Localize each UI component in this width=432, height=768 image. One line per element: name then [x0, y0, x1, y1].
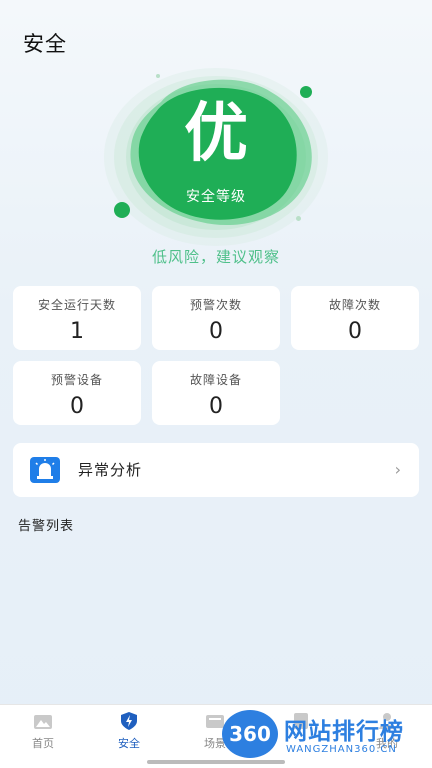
stat-card-fault-count[interactable]: 故障次数 0: [291, 286, 419, 350]
chevron-right-icon: ›: [394, 460, 401, 479]
stat-value: 1: [70, 319, 84, 344]
decor-dot: [156, 74, 160, 78]
tab-safety[interactable]: 安全: [86, 705, 172, 768]
alarm-list-title: 告警列表: [18, 519, 75, 534]
tab-home[interactable]: 首页: [0, 705, 86, 768]
stat-card-warning-devices[interactable]: 预警设备 0: [13, 361, 141, 425]
safety-grade-badge: 优 安全等级: [96, 62, 336, 252]
stat-label: 预警次数: [189, 298, 242, 312]
watermark-title: 网站排行榜: [284, 719, 404, 745]
watermark-360-badge: 360: [222, 710, 278, 758]
stat-value: 0: [70, 394, 84, 419]
page-title: 安全: [23, 32, 67, 56]
decor-dot: [300, 86, 312, 98]
stat-value: 0: [348, 319, 362, 344]
stat-label: 故障次数: [328, 298, 381, 312]
decor-dot: [114, 202, 130, 218]
alarm-light-icon: [30, 457, 60, 483]
stat-label: 安全运行天数: [37, 298, 116, 312]
anomaly-analysis-title: 异常分析: [78, 461, 143, 479]
stat-card-warning-count[interactable]: 预警次数 0: [152, 286, 280, 350]
stat-label: 预警设备: [50, 373, 103, 387]
home-indicator[interactable]: [147, 760, 285, 764]
stat-card-safe-days[interactable]: 安全运行天数 1: [13, 286, 141, 350]
stat-label: 故障设备: [189, 373, 242, 387]
stat-card-fault-devices[interactable]: 故障设备 0: [152, 361, 280, 425]
home-icon: [34, 715, 52, 729]
risk-level-text: 低风险，建议观察: [151, 248, 280, 266]
decor-dot: [296, 216, 301, 221]
shield-bolt-icon: [121, 712, 137, 730]
grade-label: 安全等级: [186, 189, 246, 205]
stat-value: 0: [209, 394, 223, 419]
tab-label: 首页: [32, 737, 54, 750]
grade-value: 优: [184, 97, 248, 171]
watermark-logo: 360 网站排行榜 WANGZHAN360.CN: [222, 706, 428, 764]
stat-value: 0: [209, 319, 223, 344]
watermark-subtitle: WANGZHAN360.CN: [286, 744, 397, 755]
tab-label: 安全: [118, 737, 140, 750]
anomaly-analysis-row[interactable]: 异常分析 ›: [13, 443, 419, 497]
